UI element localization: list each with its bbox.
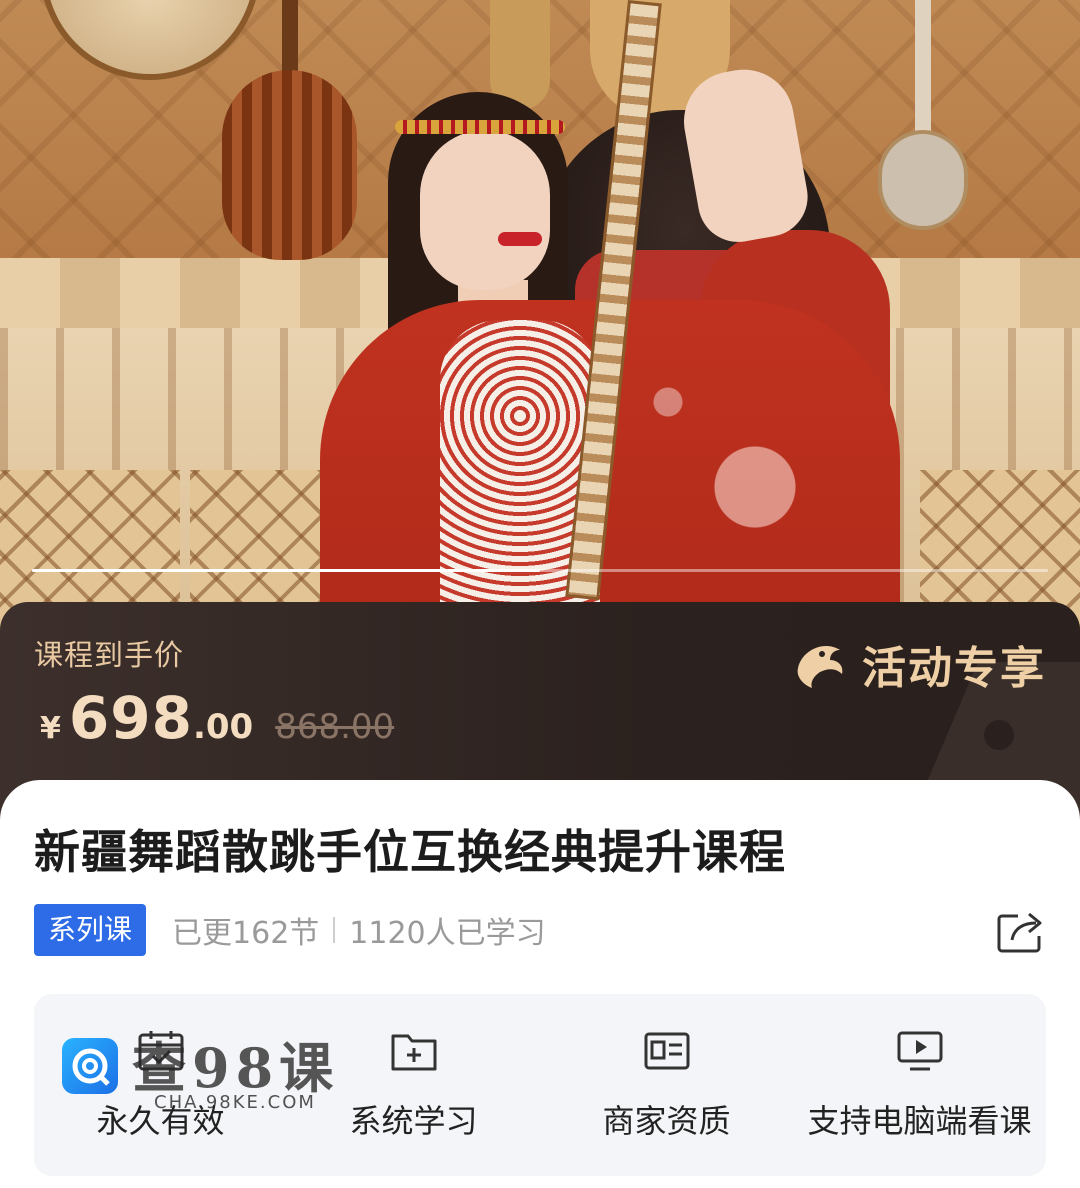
price-label: 课程到手价 <box>34 638 185 672</box>
promo-tag: 活动专享 <box>790 632 1046 696</box>
course-title: 新疆舞蹈散跳手位互换经典提升课程 <box>34 825 786 879</box>
feature-desktop: 支持电脑端看课 <box>793 994 1046 1176</box>
price-currency: ¥ <box>40 711 61 746</box>
carousel-progress <box>32 569 1048 572</box>
id-card-icon <box>644 1032 689 1070</box>
watermark: 查98课 CHA.98KE.COM <box>62 1030 352 1120</box>
dancer-face <box>420 130 550 290</box>
drum-decoration <box>40 0 260 80</box>
course-cover-image[interactable] <box>0 0 1080 640</box>
feature-merchant: 商家资质 <box>540 994 793 1176</box>
dolphin-logo-icon <box>797 646 843 688</box>
search-c-icon <box>72 1048 110 1086</box>
lute-decoration <box>222 70 357 260</box>
carousel-progress-fill <box>32 569 540 572</box>
monitor-play-icon <box>897 1031 942 1071</box>
course-info-sheet: 新疆舞蹈散跳手位互换经典提升课程 系列课 已更162节 1120人已学习 永久有… <box>0 780 1080 1188</box>
lute-neck <box>915 0 931 140</box>
meta-divider <box>333 917 336 943</box>
lute-decoration <box>878 130 968 230</box>
watermark-url: CHA.98KE.COM <box>154 1092 316 1113</box>
folder-plus-icon <box>391 1034 436 1071</box>
price-decimal: .00 <box>192 707 254 747</box>
original-price: 868.00 <box>275 707 395 747</box>
watermark-logo-icon <box>62 1038 118 1094</box>
learner-count: 1120人已学习 <box>349 916 546 951</box>
dancer-lips <box>498 232 542 246</box>
price-integer: 698 <box>68 684 193 752</box>
feature-label: 支持电脑端看课 <box>807 1102 1032 1140</box>
feature-label: 商家资质 <box>602 1102 731 1140</box>
headband <box>395 120 565 134</box>
decorative-dot <box>984 720 1014 750</box>
series-badge[interactable]: 系列课 <box>34 904 147 956</box>
course-meta: 系列课 已更162节 1120人已学习 <box>34 904 546 956</box>
lesson-count: 已更162节 <box>172 916 320 951</box>
price-row: ¥ 698 .00 868.00 <box>40 684 394 752</box>
share-icon[interactable] <box>996 908 1046 954</box>
promo-text: 活动专享 <box>862 643 1046 694</box>
